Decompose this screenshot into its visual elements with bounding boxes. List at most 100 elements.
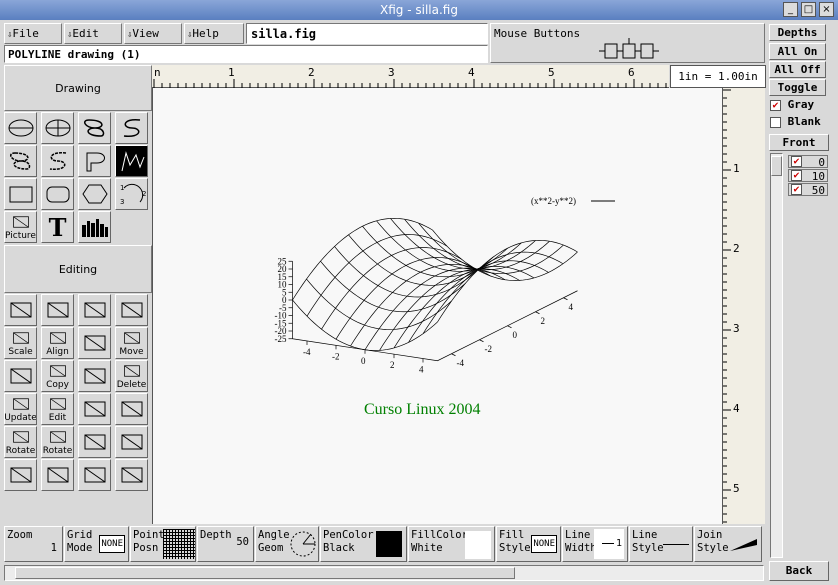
scrollbar-thumb[interactable] xyxy=(771,156,782,176)
regular-polygon-tool[interactable] xyxy=(78,178,111,210)
delete-tool[interactable]: Delete xyxy=(115,360,148,392)
flip-vertical-tool[interactable] xyxy=(78,393,111,425)
arrow-mode-tool[interactable] xyxy=(41,459,74,491)
toggle-button[interactable]: Toggle xyxy=(769,79,826,96)
all-off-button[interactable]: All Off xyxy=(769,61,826,78)
add-point-tool[interactable] xyxy=(78,327,111,359)
drawing-canvas[interactable]: 25 20 15 10 5 0 -5 -10 -15 -20 -25 -4 -2 0 2 4 -4 -2 0 2 4 (x… xyxy=(152,88,722,524)
y-tick-label: -4 xyxy=(457,358,465,368)
edit-menu[interactable]: ⇩Edit xyxy=(64,23,122,44)
circle-diameter-tool[interactable] xyxy=(41,112,74,144)
fill-color-indicator[interactable]: FillColor White xyxy=(408,526,495,562)
point-grid-icon xyxy=(163,529,195,559)
zoom-indicator[interactable]: Zoom 1 xyxy=(4,526,63,562)
depth-level-50[interactable]: ✔ 50 xyxy=(788,183,828,197)
library-tool[interactable] xyxy=(78,211,111,243)
horizontal-ruler[interactable]: n 1 2 3 4 5 6 xyxy=(152,65,669,88)
scrollbar-thumb[interactable] xyxy=(15,567,515,579)
approx-spline-tool[interactable] xyxy=(41,145,74,177)
point-position-indicator[interactable]: Point Posn xyxy=(130,526,196,562)
convert-tool[interactable] xyxy=(78,426,111,458)
round-corner-tool[interactable] xyxy=(78,459,111,491)
break-icon xyxy=(47,302,68,318)
tangent-tool[interactable] xyxy=(4,459,37,491)
all-on-button[interactable]: All On xyxy=(769,43,826,60)
file-name-field: silla.fig xyxy=(246,23,488,44)
move-tool[interactable]: Move xyxy=(115,327,148,359)
window-title: Xfig - silla.fig xyxy=(380,3,458,17)
move-icon xyxy=(123,332,140,344)
arrow-mode-icon xyxy=(47,467,68,483)
depth-scrollbar[interactable] xyxy=(770,153,783,558)
line-style-indicator[interactable]: Line Style xyxy=(629,526,693,562)
depth-level-10[interactable]: ✔ 10 xyxy=(788,169,828,183)
tool-label: Update xyxy=(4,413,37,423)
tool-label: Rotate xyxy=(5,446,36,456)
maximize-button[interactable]: □ xyxy=(801,2,816,17)
fill-style-indicator[interactable]: Fill Style NONE xyxy=(496,526,561,562)
anchor-icon xyxy=(121,434,142,450)
gray-option[interactable]: ✔ Gray xyxy=(770,98,814,111)
circle-radius-tool[interactable] xyxy=(4,112,37,144)
grid-mode-indicator[interactable]: Grid Mode NONE xyxy=(64,526,129,562)
line-width-indicator[interactable]: Line Width 1 xyxy=(562,526,628,562)
checkbox-checked-icon: ✔ xyxy=(791,184,802,195)
x-tick-label: -4 xyxy=(303,347,311,357)
align-icon xyxy=(49,332,66,344)
file-menu[interactable]: ⇩File xyxy=(4,23,62,44)
indicator-scrollbar[interactable] xyxy=(4,565,764,581)
flip-horizontal-tool[interactable] xyxy=(115,393,148,425)
library-icon xyxy=(81,219,108,237)
update-tool[interactable]: Update xyxy=(4,393,37,425)
tool-label: Picture xyxy=(5,231,36,241)
ruler-unit-label: n xyxy=(154,66,161,79)
view-menu[interactable]: ⇩View xyxy=(124,23,182,44)
angle-geometry-indicator[interactable]: Angle Geom xyxy=(255,526,319,562)
minimize-button[interactable]: _ xyxy=(783,2,798,17)
convert-icon xyxy=(84,434,105,450)
closed-spline-icon xyxy=(83,119,104,137)
polyline-tool[interactable] xyxy=(115,145,148,177)
pen-color-indicator[interactable]: PenColor Black xyxy=(320,526,407,562)
help-menu[interactable]: ⇩Help xyxy=(184,23,244,44)
glue-tool[interactable] xyxy=(4,294,37,326)
depth-indicator[interactable]: Depth 50 xyxy=(197,526,254,562)
join-split-icon xyxy=(121,302,142,318)
rounded-rectangle-tool[interactable] xyxy=(41,178,74,210)
closed-approx-spline-tool[interactable] xyxy=(4,145,37,177)
move-point-tool[interactable] xyxy=(4,360,37,392)
delete-point-icon xyxy=(84,368,105,384)
open-compound-tool[interactable] xyxy=(78,294,111,326)
mouse-icon xyxy=(599,38,659,59)
measure-icon xyxy=(121,467,142,483)
vertical-ruler[interactable]: 1 2 3 4 5 xyxy=(722,88,765,524)
align-tool[interactable]: Align xyxy=(41,327,74,359)
tool-label: Align xyxy=(46,347,69,357)
edit-tool[interactable]: Edit xyxy=(41,393,74,425)
break-tool[interactable] xyxy=(41,294,74,326)
join-style-indicator[interactable]: Join Style xyxy=(694,526,762,562)
anchor-tool[interactable] xyxy=(115,426,148,458)
edit-icon xyxy=(49,398,66,410)
measure-tool[interactable] xyxy=(115,459,148,491)
mouse-buttons-label: Mouse Buttons xyxy=(494,27,581,40)
rotate-ccw-tool[interactable]: Rotate xyxy=(41,426,74,458)
open-spline-tool[interactable] xyxy=(115,112,148,144)
units-indicator[interactable]: 1in = 1.00in xyxy=(670,65,766,88)
blank-option[interactable]: Blank xyxy=(770,115,821,128)
picture-tool[interactable]: Picture xyxy=(4,211,37,243)
depth-level-0[interactable]: ✔ 0 xyxy=(788,155,828,169)
delete-point-tool[interactable] xyxy=(78,360,111,392)
rotate-cw-tool[interactable]: Rotate xyxy=(4,426,37,458)
copy-tool[interactable]: Copy xyxy=(41,360,74,392)
rectangle-tool[interactable] xyxy=(4,178,37,210)
scale-tool[interactable]: Scale xyxy=(4,327,37,359)
arc-tool[interactable]: 1 2 3 xyxy=(115,178,148,210)
close-button[interactable]: × xyxy=(819,2,834,17)
join-split-tool[interactable] xyxy=(115,294,148,326)
y-tick-label: 2 xyxy=(541,316,546,326)
polygon-arc-tool[interactable] xyxy=(78,145,111,177)
closed-spline-tool[interactable] xyxy=(78,112,111,144)
tool-label: Delete xyxy=(116,380,147,390)
text-tool[interactable]: T xyxy=(41,211,74,243)
